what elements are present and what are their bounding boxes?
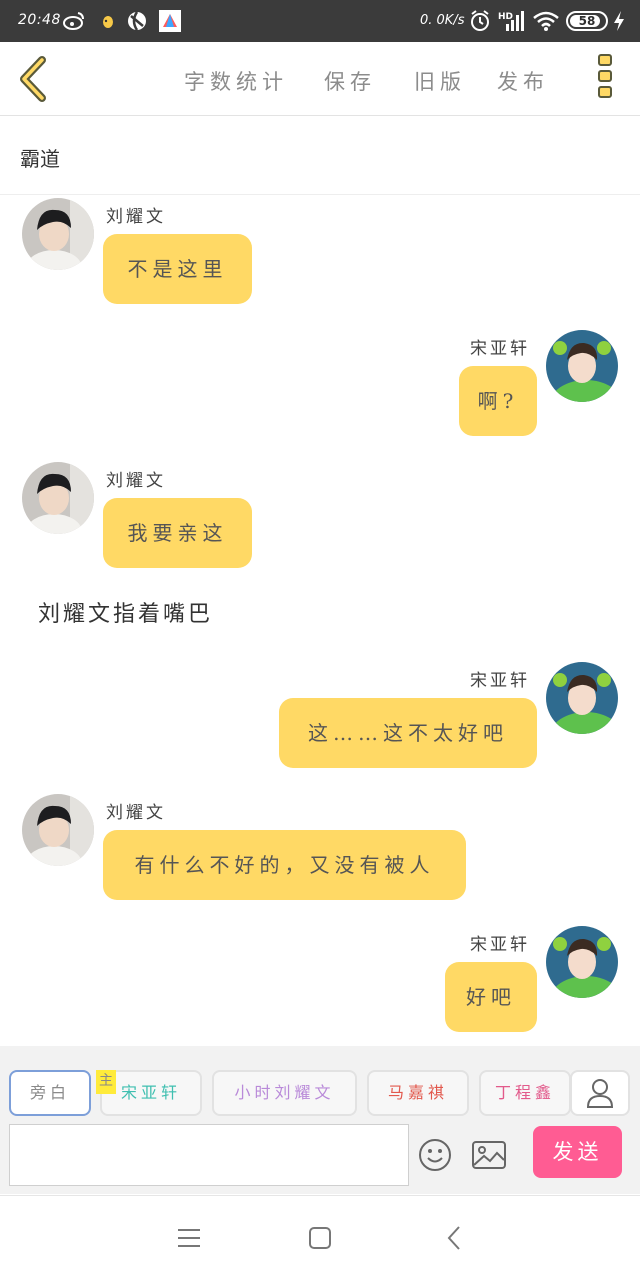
- message-bubble[interactable]: 好吧: [445, 962, 537, 1032]
- signal-icon: HD: [498, 11, 524, 31]
- sender-name: 宋亚轩: [470, 339, 530, 359]
- sender-name: 宋亚轩: [470, 671, 530, 691]
- role-chip-ding-chengxin[interactable]: 丁程鑫: [479, 1070, 571, 1116]
- back-nav-button[interactable]: [440, 1224, 470, 1252]
- emoji-button[interactable]: [418, 1138, 452, 1172]
- avatar-song-yaxuan: [546, 330, 618, 402]
- chapter-header: 霸道: [0, 117, 640, 195]
- avatar-liu-yaowen: [22, 198, 94, 270]
- save-button[interactable]: 保存: [324, 66, 376, 96]
- network-label: HD: [498, 12, 513, 22]
- status-bar: 20:48 0. 0K/s HD 58: [0, 0, 640, 42]
- message-bubble[interactable]: 我要亲这: [103, 498, 252, 568]
- sender-name: 宋亚轩: [470, 935, 530, 955]
- editor-toolbar: 字数统计 保存 旧版 发布: [0, 42, 640, 116]
- old-version-button[interactable]: 旧版: [414, 66, 466, 96]
- system-nav-bar: [0, 1195, 640, 1280]
- publish-button[interactable]: 发布: [497, 66, 549, 96]
- recents-button[interactable]: [174, 1224, 204, 1252]
- main-role-badge: 主: [96, 1070, 116, 1094]
- emoji-icon: [419, 1139, 451, 1171]
- sender-name: 刘耀文: [106, 471, 166, 491]
- user-icon: [586, 1079, 614, 1108]
- role-chip-ma-jiaqi[interactable]: 马嘉祺: [367, 1070, 469, 1116]
- composer-panel: 旁白 宋亚轩 主 小时刘耀文 马嘉祺 丁程鑫 发送: [0, 1046, 640, 1194]
- back-icon: [447, 1226, 460, 1250]
- message-input[interactable]: [9, 1124, 409, 1186]
- image-icon: [472, 1141, 506, 1169]
- charging-icon: [614, 11, 624, 31]
- word-count-button[interactable]: 字数统计: [184, 66, 288, 96]
- menu-icon: [178, 1229, 200, 1247]
- message-bubble[interactable]: 不是这里: [103, 234, 252, 304]
- sender-name: 刘耀文: [106, 207, 166, 227]
- role-chip-narrator[interactable]: 旁白: [9, 1070, 91, 1116]
- app-icon: [103, 16, 113, 28]
- back-button[interactable]: [14, 54, 54, 104]
- home-icon: [309, 1227, 331, 1249]
- narration-text[interactable]: 刘耀文指着嘴巴: [38, 596, 213, 628]
- battery-indicator: 58: [566, 11, 608, 31]
- store-icon: [159, 10, 181, 32]
- manage-roles-button[interactable]: [570, 1070, 630, 1116]
- image-button[interactable]: [471, 1140, 507, 1170]
- avatar-liu-yaowen: [22, 462, 94, 534]
- alarm-icon: [471, 10, 489, 31]
- message-bubble[interactable]: 这……这不太好吧: [279, 698, 537, 768]
- sender-name: 刘耀文: [106, 803, 166, 823]
- message-bubble[interactable]: 有什么不好的，又没有被人: [103, 830, 466, 900]
- chapter-title[interactable]: 霸道: [20, 143, 60, 172]
- battery-level: 58: [578, 14, 596, 28]
- avatar-song-yaxuan: [546, 662, 618, 734]
- role-chip-young-liu-yaowen[interactable]: 小时刘耀文: [212, 1070, 357, 1116]
- weibo-icon: [63, 12, 84, 30]
- browser-icon: [128, 11, 146, 31]
- home-button[interactable]: [305, 1224, 335, 1252]
- more-menu-icon[interactable]: [596, 54, 614, 106]
- status-time: 20:48: [18, 12, 61, 28]
- send-button[interactable]: 发送: [533, 1126, 622, 1178]
- message-bubble[interactable]: 啊?: [459, 366, 537, 436]
- avatar-liu-yaowen: [22, 794, 94, 866]
- chevron-left-icon: [20, 56, 46, 102]
- net-speed: 0. 0K/s: [420, 13, 465, 28]
- avatar-song-yaxuan: [546, 926, 618, 998]
- wifi-icon: [533, 11, 559, 31]
